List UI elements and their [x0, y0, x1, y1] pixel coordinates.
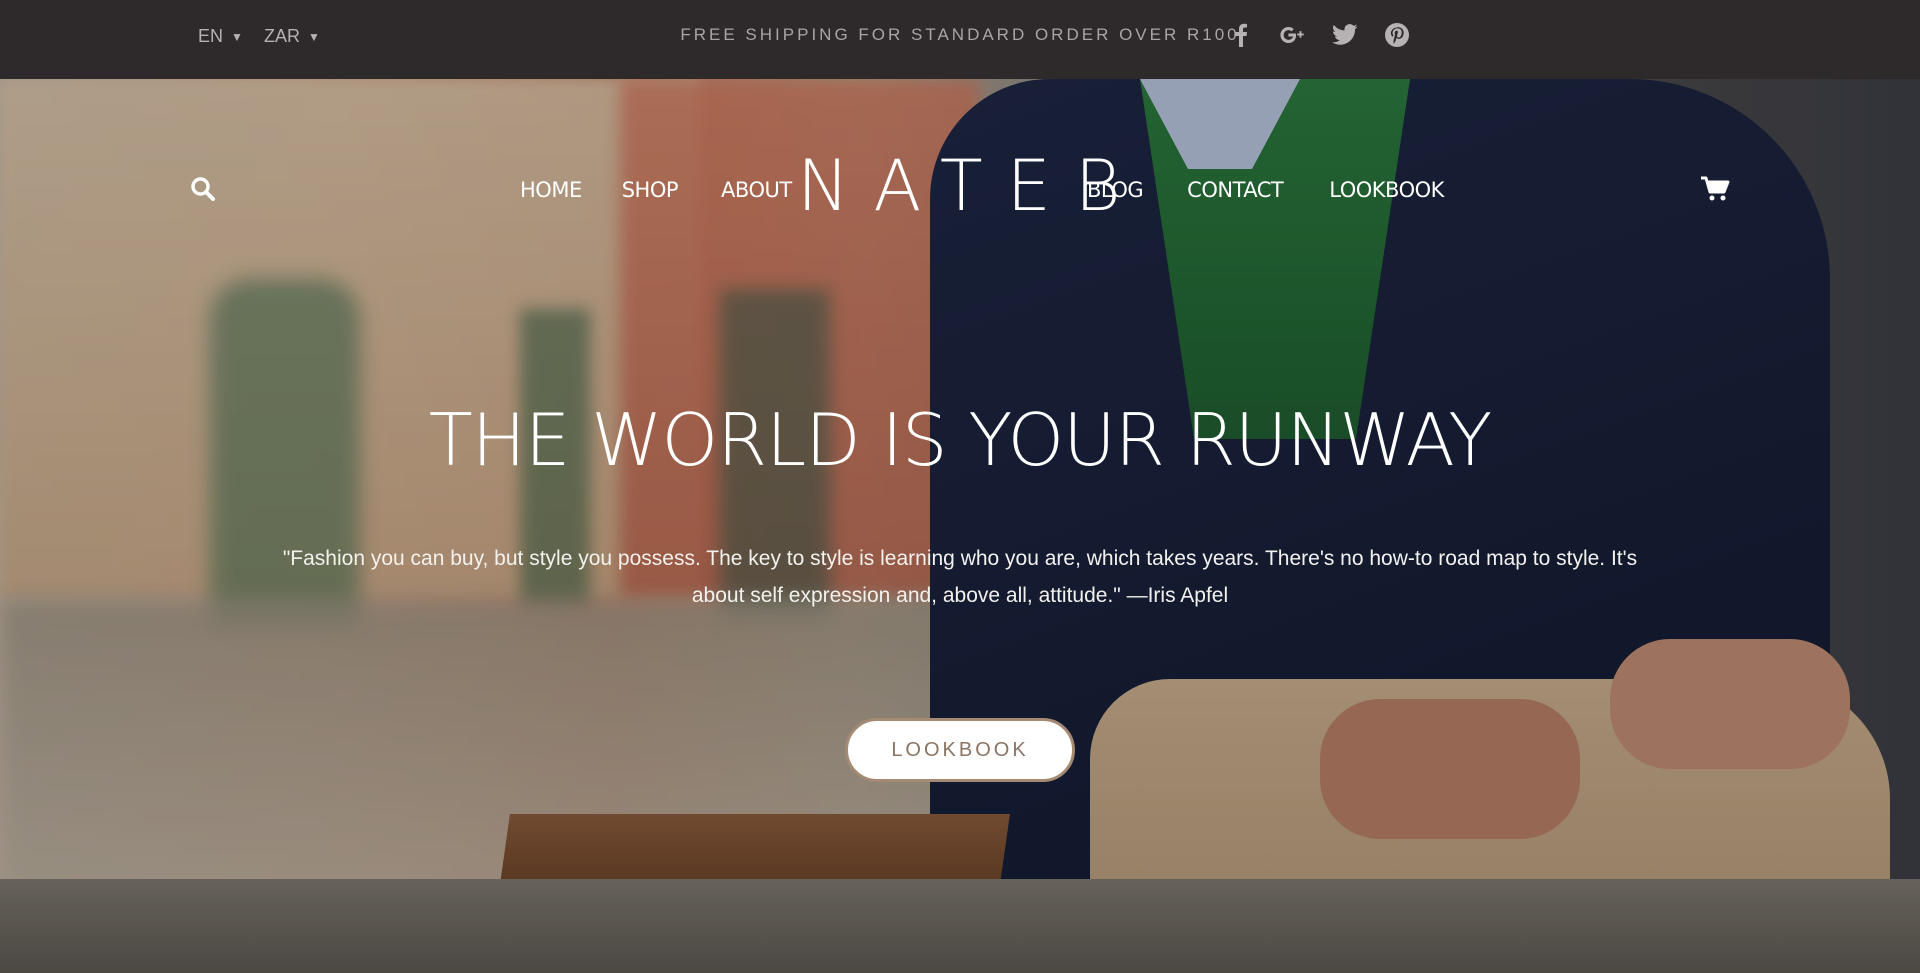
nav-shop[interactable]: SHOP	[622, 178, 679, 202]
lookbook-button[interactable]: LOOKBOOK	[845, 718, 1075, 782]
top-bar: EN ▼ ZAR ▼ FREE SHIPPING FOR STANDARD OR…	[0, 0, 1920, 79]
hero-headline: THE WORLD IS YOUR RUNWAY	[428, 398, 1492, 482]
google-plus-icon[interactable]	[1280, 22, 1306, 48]
main-nav-left: HOME SHOP ABOUT	[520, 178, 792, 202]
shipping-notice: FREE SHIPPING FOR STANDARD ORDER OVER R1…	[680, 25, 1240, 44]
hero-quote: "Fashion you can buy, but style you poss…	[282, 547, 1638, 607]
social-links	[1228, 22, 1410, 48]
pinterest-icon[interactable]	[1384, 22, 1410, 48]
search-icon[interactable]	[190, 176, 216, 207]
nav-contact[interactable]: CONTACT	[1187, 178, 1284, 202]
brand-logo[interactable]: NATEB	[797, 145, 1121, 227]
cart-icon[interactable]	[1700, 176, 1730, 207]
nav-blog[interactable]: BLOG	[1087, 178, 1144, 202]
main-nav-right: BLOG CONTACT LOOKBOOK	[1087, 178, 1444, 202]
nav-about[interactable]: ABOUT	[721, 178, 792, 202]
nav-home[interactable]: HOME	[520, 178, 582, 202]
facebook-icon[interactable]	[1228, 22, 1254, 48]
twitter-icon[interactable]	[1332, 22, 1358, 48]
nav-lookbook[interactable]: LOOKBOOK	[1329, 178, 1444, 202]
